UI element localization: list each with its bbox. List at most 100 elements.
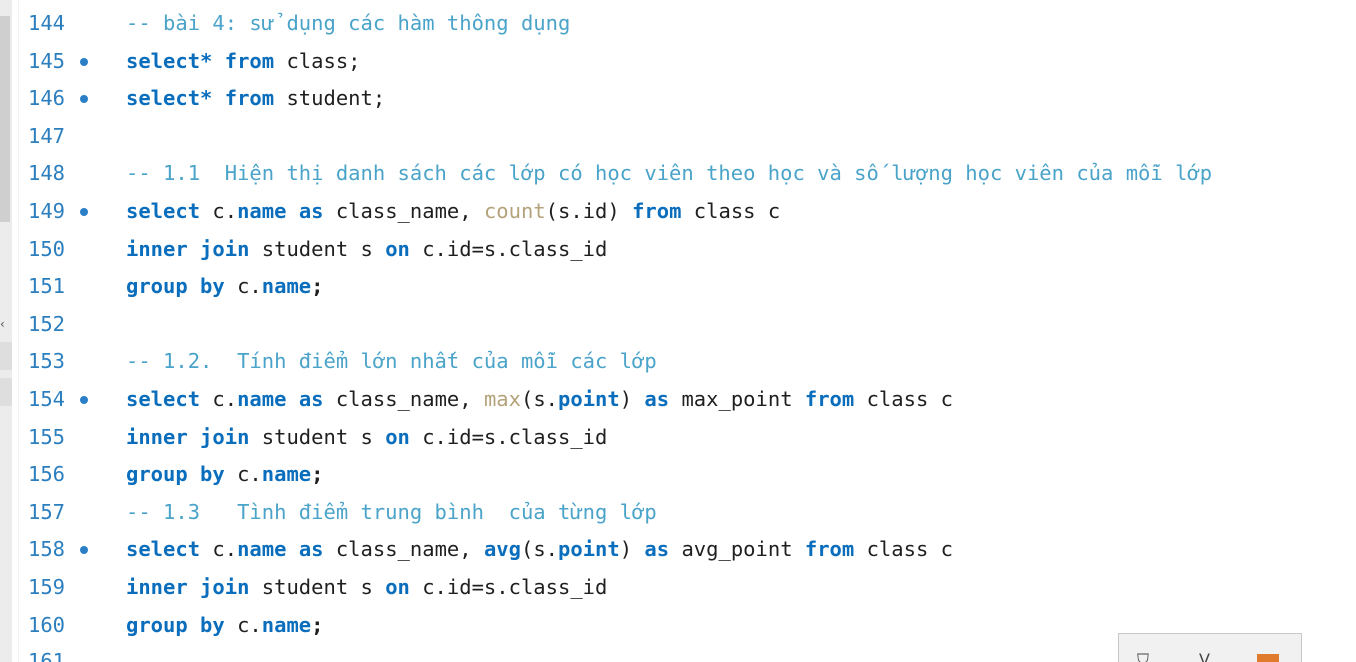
code-token: ) xyxy=(619,537,645,562)
code-token: class c xyxy=(854,386,953,411)
code-line[interactable]: 154 select c.name as class_name, max(s.po… xyxy=(0,381,1356,419)
code-token: group by xyxy=(126,462,225,487)
code-text: inner join student s on c.id=s.class_id xyxy=(126,231,607,269)
code-line[interactable]: 149 select c.name as class_name, count(s.… xyxy=(0,193,1356,231)
code-line[interactable]: 147 xyxy=(0,118,1356,156)
code-token: c. xyxy=(224,462,262,487)
code-token: name xyxy=(237,386,287,411)
code-token: inner join xyxy=(126,236,250,261)
app-icon[interactable] xyxy=(1257,654,1279,662)
system-tray: ⛉ V xyxy=(1118,633,1302,662)
code-text: -- 1.2. Tính điểm lớn nhất của mỗi các l… xyxy=(126,343,657,381)
code-line[interactable]: 159 inner join student s on c.id=s.class_… xyxy=(0,569,1356,607)
sql-editor[interactable]: ‹ 144 -- bài 4: sử dụng các hàm thông dụn… xyxy=(0,0,1356,662)
code-token: -- 1.1 Hiện thị danh sách các lớp có học… xyxy=(126,161,1213,186)
code-token: name xyxy=(261,274,312,299)
code-line[interactable]: 145 select* from class; xyxy=(0,43,1356,81)
code-line[interactable]: 158 select c.name as class_name, avg(s.po… xyxy=(0,531,1356,569)
code-token: class_name, xyxy=(323,386,484,411)
code-token: (s. xyxy=(520,386,559,411)
code-line[interactable]: 146 select* from student; xyxy=(0,80,1356,118)
breakpoint-dot-icon[interactable] xyxy=(80,546,88,555)
code-text: inner join student s on c.id=s.class_id xyxy=(126,569,607,607)
code-text: group by c.name; xyxy=(126,268,324,306)
line-number: 158 xyxy=(28,537,66,562)
code-token: select xyxy=(126,386,201,411)
code-token: select* xyxy=(126,86,213,111)
code-token: avg_point xyxy=(669,537,805,562)
code-token: class c xyxy=(854,537,953,562)
code-text: inner join student s on c.id=s.class_id xyxy=(126,419,607,457)
code-line[interactable]: 150 inner join student s on c.id=s.class_… xyxy=(0,231,1356,269)
code-text: group by c.name; xyxy=(126,607,324,645)
code-token: as xyxy=(298,198,324,223)
line-number: 152 xyxy=(28,311,66,336)
code-line[interactable]: 148 -- 1.1 Hiện thị danh sách các lớp có … xyxy=(0,155,1356,193)
code-token: avg xyxy=(483,537,521,562)
code-token: group by xyxy=(126,274,225,299)
code-token: class; xyxy=(274,48,361,73)
code-token: -- bài 4: sử dụng các hàm thông dụng xyxy=(126,11,571,35)
breakpoint-dot-icon[interactable] xyxy=(80,95,88,104)
code-token: c. xyxy=(224,274,262,299)
line-number: 157 xyxy=(28,499,66,524)
code-token: from xyxy=(632,198,682,223)
line-number: 148 xyxy=(28,161,66,186)
code-line[interactable]: 155 inner join student s on c.id=s.class_… xyxy=(0,419,1356,457)
code-token: select xyxy=(126,537,201,562)
code-token: group by xyxy=(126,612,225,637)
code-token: c. xyxy=(200,198,238,223)
code-line[interactable]: 157 -- 1.3 Tình điểm trung bình của từng … xyxy=(0,494,1356,532)
code-text: -- bài 4: sử dụng các hàm thông dụng xyxy=(126,5,570,43)
code-token: c.id=s.class_id xyxy=(409,574,608,599)
code-token: ) xyxy=(619,386,645,411)
code-token: c.id=s.class_id xyxy=(409,424,608,449)
breakpoint-dot-icon[interactable] xyxy=(80,207,88,216)
code-text: select* from student; xyxy=(126,80,385,118)
code-area[interactable]: 144 -- bài 4: sử dụng các hàm thông dụng 1… xyxy=(0,5,1356,644)
chevron-icon[interactable]: V xyxy=(1199,650,1210,662)
code-token: select xyxy=(126,198,201,223)
code-token: on xyxy=(385,424,410,449)
code-line[interactable]: 156 group by c.name; xyxy=(0,456,1356,494)
code-line[interactable]: 144 -- bài 4: sử dụng các hàm thông dụng xyxy=(0,5,1356,43)
code-token: select* xyxy=(126,48,213,73)
line-number: 150 xyxy=(28,236,66,261)
code-token: name xyxy=(261,612,312,637)
code-token: c.id=s.class_id xyxy=(409,236,608,261)
code-text: -- 1.3 Tình điểm trung bình của từng lớp xyxy=(126,494,657,532)
line-number: 154 xyxy=(28,386,66,411)
code-token: as xyxy=(644,386,670,411)
code-token: student s xyxy=(249,236,386,261)
code-line[interactable]: 151 group by c.name; xyxy=(0,268,1356,306)
code-token: (s.id) xyxy=(545,198,633,223)
code-line[interactable]: 152 xyxy=(0,306,1356,344)
code-token: max_point xyxy=(669,386,805,411)
code-token: student s xyxy=(249,424,386,449)
code-token: name xyxy=(261,462,312,487)
breakpoint-dot-icon[interactable] xyxy=(80,395,88,404)
line-number: 161 xyxy=(28,649,66,662)
code-token: -- 1.2. Tính điểm lớn nhất của mỗi các l… xyxy=(126,349,657,374)
code-token: inner join xyxy=(126,574,250,599)
code-token: from xyxy=(224,86,275,111)
line-number: 159 xyxy=(28,574,66,599)
code-token: max xyxy=(483,386,521,411)
breakpoint-dot-icon[interactable] xyxy=(80,57,88,66)
code-text: select* from class; xyxy=(126,43,361,81)
shield-icon[interactable]: ⛉ xyxy=(1137,650,1149,662)
code-line[interactable]: 153 -- 1.2. Tính điểm lớn nhất của mỗi cá… xyxy=(0,343,1356,381)
code-token: class_name, xyxy=(323,537,484,562)
line-number: 160 xyxy=(28,612,66,637)
code-token: c. xyxy=(200,537,238,562)
code-token: inner join xyxy=(126,424,250,449)
code-token: student s xyxy=(249,574,386,599)
code-token: name xyxy=(237,537,287,562)
line-number: 149 xyxy=(28,198,66,223)
code-text: select c.name as class_name, count(s.id)… xyxy=(126,193,780,231)
